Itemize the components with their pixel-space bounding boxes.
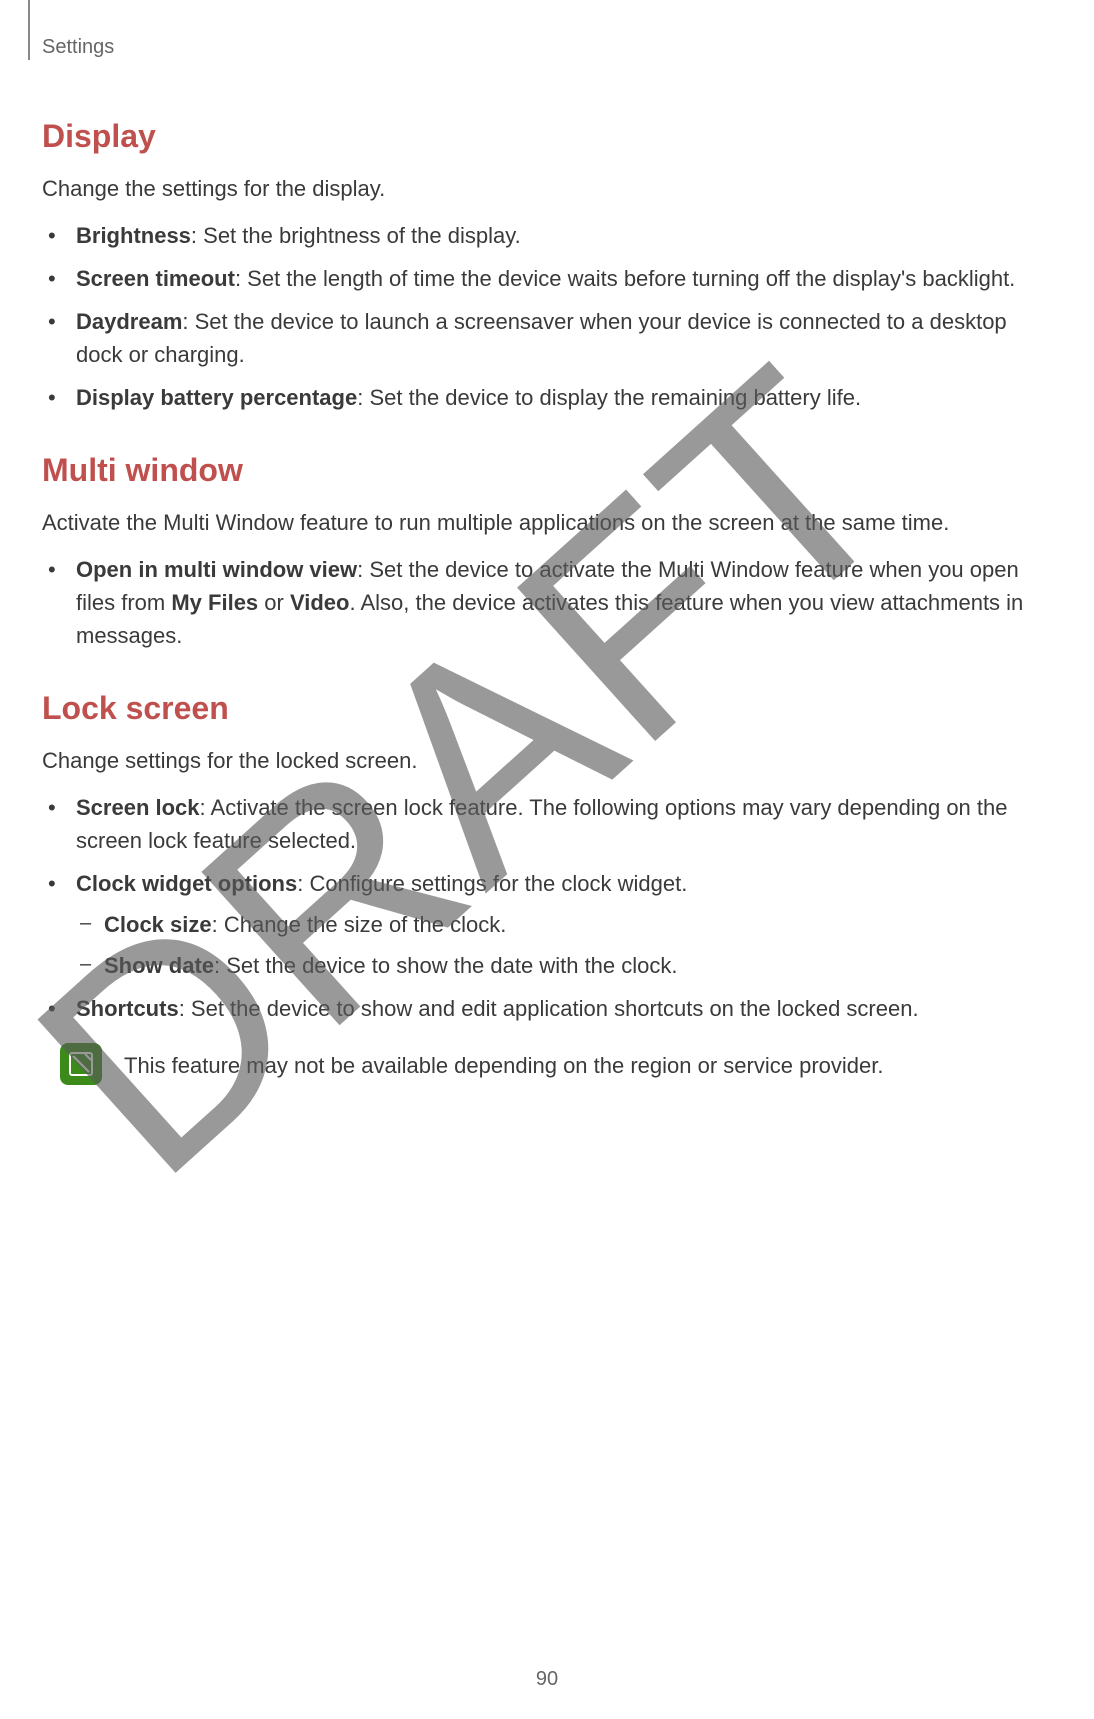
term: Clock widget options [76, 871, 297, 896]
list-item: Clock size: Change the size of the clock… [104, 908, 1052, 941]
note-row: This feature may not be available depend… [60, 1043, 1052, 1085]
list-lockscreen: Screen lock: Activate the screen lock fe… [76, 791, 1052, 1025]
term: Clock size [104, 912, 212, 937]
list-item: Screen lock: Activate the screen lock fe… [76, 791, 1052, 857]
term: Brightness [76, 223, 191, 248]
section-intro-multiwindow: Activate the Multi Window feature to run… [42, 507, 1052, 539]
term: Display battery percentage [76, 385, 357, 410]
bold-ref: Video [290, 590, 350, 615]
term: Show date [104, 953, 214, 978]
desc: or [258, 590, 290, 615]
list-item: Screen timeout: Set the length of time t… [76, 262, 1052, 295]
sublist: Clock size: Change the size of the clock… [104, 908, 1052, 982]
list-multiwindow: Open in multi window view: Set the devic… [76, 553, 1052, 652]
header-label: Settings [42, 36, 114, 59]
desc: : Activate the screen lock feature. The … [76, 795, 1007, 853]
desc: : Set the length of time the device wait… [235, 266, 1015, 291]
section-title-display: Display [42, 118, 1052, 155]
page-number: 90 [0, 1668, 1094, 1691]
desc: : Configure settings for the clock widge… [297, 871, 687, 896]
section-title-lockscreen: Lock screen [42, 690, 1052, 727]
term: Screen lock [76, 795, 200, 820]
desc: : Set the brightness of the display. [191, 223, 521, 248]
term: Daydream [76, 309, 182, 334]
desc: : Set the device to display the remainin… [357, 385, 861, 410]
list-item: Daydream: Set the device to launch a scr… [76, 305, 1052, 371]
desc: : Set the device to launch a screensaver… [76, 309, 1007, 367]
desc: : Change the size of the clock. [212, 912, 507, 937]
term: Shortcuts [76, 996, 179, 1021]
list-display: Brightness: Set the brightness of the di… [76, 219, 1052, 414]
bold-ref: My Files [171, 590, 258, 615]
desc: : Set the device to show and edit applic… [179, 996, 919, 1021]
list-item: Show date: Set the device to show the da… [104, 949, 1052, 982]
list-item: Open in multi window view: Set the devic… [76, 553, 1052, 652]
desc: : Set the device to show the date with t… [214, 953, 677, 978]
term: Screen timeout [76, 266, 235, 291]
page-content: Display Change the settings for the disp… [42, 118, 1052, 1085]
term: Open in multi window view [76, 557, 357, 582]
list-item: Brightness: Set the brightness of the di… [76, 219, 1052, 252]
list-item: Display battery percentage: Set the devi… [76, 381, 1052, 414]
section-intro-lockscreen: Change settings for the locked screen. [42, 745, 1052, 777]
note-icon [60, 1043, 102, 1085]
list-item: Shortcuts: Set the device to show and ed… [76, 992, 1052, 1025]
note-text: This feature may not be available depend… [124, 1043, 883, 1082]
header-rule [28, 0, 30, 60]
section-intro-display: Change the settings for the display. [42, 173, 1052, 205]
section-title-multiwindow: Multi window [42, 452, 1052, 489]
list-item: Clock widget options: Configure settings… [76, 867, 1052, 982]
